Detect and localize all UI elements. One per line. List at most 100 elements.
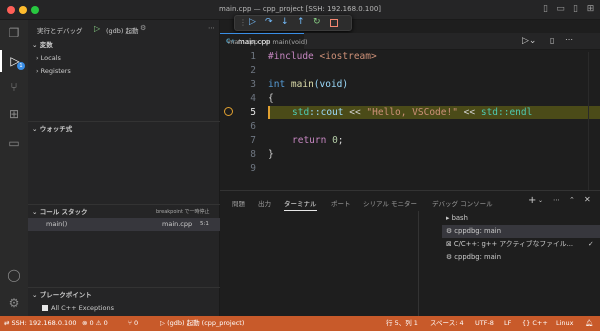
line-number: 7	[250, 135, 256, 146]
terminal-list-item[interactable]: ⊠ C/C++: g++ アクティブなファイル... ✓	[442, 238, 600, 251]
chevron-right-icon: › ⊛	[260, 38, 271, 46]
tab-problems[interactable]: 問題	[232, 198, 245, 208]
breakpoints-section-header[interactable]: ⌄ ブレークポイント	[28, 287, 220, 301]
terminal-list-item[interactable]: ⚙ cppdbg: main	[442, 225, 600, 238]
code-token: <iostream>	[319, 51, 377, 62]
toggle-secondary-sidebar-icon[interactable]: ▯	[570, 4, 581, 15]
encoding[interactable]: UTF-8	[475, 316, 494, 331]
code-token: ::cout	[309, 107, 344, 118]
new-terminal-icon[interactable]: +	[528, 195, 536, 206]
maximize-panel-icon[interactable]: ⌃	[569, 196, 575, 204]
locals-label: Locals	[40, 54, 61, 62]
code-token: <<	[349, 107, 361, 118]
more-actions-icon[interactable]: ⋯	[553, 196, 560, 204]
eol[interactable]: LF	[504, 316, 511, 331]
debug-config-select[interactable]: (gdb) 起動	[106, 25, 139, 35]
checkbox[interactable]	[42, 305, 48, 311]
more-actions-icon[interactable]: ⋯	[565, 35, 573, 44]
debug-sidebar: 実行とデバッグ ▷ (gdb) 起動 ⚙ ⋯ ⌄ 変数 › Locals › R…	[28, 20, 220, 316]
breakpoint-all-cpp-exceptions[interactable]: All C++ Exceptions	[28, 302, 220, 315]
source-control-icon[interactable]: ⑂	[0, 76, 28, 98]
cursor-position[interactable]: 行 5、列 1	[386, 316, 418, 331]
start-debugging-icon[interactable]: ▷	[94, 24, 100, 33]
toggle-sidebar-icon[interactable]: ▯	[540, 4, 551, 15]
watch-section-header[interactable]: ⌄ ウォッチ式	[28, 121, 220, 135]
braces-icon: {}	[522, 319, 533, 327]
debug-badge: 1	[17, 62, 25, 70]
tab-terminal[interactable]: ターミナル	[284, 198, 317, 211]
notifications-icon[interactable]: 🔔︎	[585, 316, 593, 331]
activity-bar: ❐ ▷ 1 ⑂ ⊞ ▭ ◯ ⚙	[0, 20, 28, 316]
chevron-down-icon[interactable]: ⌄	[538, 197, 543, 204]
ports-count: 0	[133, 319, 139, 327]
explorer-icon[interactable]: ❐	[0, 22, 28, 44]
extensions-icon[interactable]: ⊞	[0, 103, 28, 125]
terminal-list-item[interactable]: ▸ bash	[442, 212, 600, 225]
breadcrumb-file[interactable]: main.cpp	[228, 38, 258, 46]
step-into-icon[interactable]: ↓	[281, 17, 289, 27]
locals-scope[interactable]: › Locals	[28, 52, 220, 65]
code-token: {	[268, 93, 274, 104]
language-mode[interactable]: {} C++	[522, 316, 548, 331]
run-debug-file-icon[interactable]: ▷⌄	[522, 36, 536, 46]
breakpoints-header-label: ブレークポイント	[39, 291, 92, 299]
registers-scope[interactable]: › Registers	[28, 65, 220, 78]
stack-frame-row[interactable]: main() main.cpp 5:1	[28, 218, 220, 231]
code-line-3: int main(void)	[268, 79, 348, 90]
drag-handle-icon[interactable]: ⋮	[239, 18, 247, 27]
code-token: main	[290, 79, 314, 90]
variables-section-header[interactable]: ⌄ 変数	[28, 38, 220, 52]
customize-layout-icon[interactable]: ⊞	[585, 4, 596, 15]
run-debug-title: 実行とデバッグ	[37, 27, 83, 35]
window-title: main.cpp — cpp_project [SSH: 192.168.0.1…	[218, 5, 382, 13]
remote-explorer-icon[interactable]: ▭	[0, 132, 28, 154]
settings-gear-icon[interactable]: ⚙	[0, 292, 28, 314]
terminal-list-item[interactable]: ⚙ cppdbg: main	[442, 251, 600, 264]
open-launch-json-icon[interactable]: ⚙	[140, 24, 146, 32]
code-token: (void)	[313, 79, 349, 90]
terminal-output[interactable]	[220, 211, 418, 317]
remote-label: SSH: 192.168.0.100	[11, 319, 77, 327]
indentation[interactable]: スペース: 4	[430, 316, 464, 331]
debug-config-label: (gdb) 起動 (cpp_project)	[167, 319, 245, 327]
step-out-icon[interactable]: ↑	[297, 17, 305, 27]
tab-ports[interactable]: ポート	[331, 198, 351, 208]
callstack-section-header[interactable]: ⌄ コール スタック breakpoint で一時停止	[28, 204, 220, 218]
restart-icon[interactable]: ↻	[313, 17, 321, 27]
terminal-label: C/C++: g++ アクティブなファイル...	[453, 240, 574, 248]
frame-file: main.cpp	[162, 220, 193, 228]
line-number: 6	[250, 121, 256, 132]
stop-icon[interactable]	[330, 19, 338, 27]
callstack-status: breakpoint で一時停止	[156, 209, 210, 215]
ports-indicator[interactable]: ⑂ 0	[128, 316, 138, 331]
code-token: ;	[337, 135, 344, 146]
debug-toolbar: ⋮ ▷ ↷ ↓ ↑ ↻	[234, 15, 352, 31]
tab-serial-monitor[interactable]: シリアル モニター	[363, 198, 417, 208]
continue-icon[interactable]: ▷	[249, 17, 256, 27]
debug-config-indicator[interactable]: ▷ (gdb) 起動 (cpp_project)	[160, 316, 244, 331]
code-editor[interactable]: 1 3 4 5 6 7 8 9 2 #include <iostream> in…	[220, 50, 600, 190]
line-number: 1	[250, 51, 256, 62]
code-token: #include	[268, 51, 314, 62]
step-over-icon[interactable]: ↷	[265, 17, 273, 27]
remote-indicator[interactable]: ⇄ SSH: 192.168.0.100	[4, 316, 76, 331]
frame-position: 5:1	[200, 221, 209, 227]
accounts-icon[interactable]: ◯	[0, 264, 28, 286]
code-line-1: #include <iostream>	[268, 51, 377, 62]
split-editor-icon[interactable]: ▯	[550, 36, 554, 45]
minimap-scrollbar[interactable]	[588, 52, 600, 190]
toggle-panel-icon[interactable]: ▭	[555, 4, 566, 15]
close-panel-icon[interactable]: ✕	[584, 195, 591, 204]
problems-indicator[interactable]: ⊗ 0 ⚠ 0	[82, 316, 108, 331]
breadcrumb-symbol[interactable]: main(void)	[272, 38, 307, 46]
more-actions-icon[interactable]: ⋯	[208, 24, 215, 32]
bp-label: All C++ Exceptions	[51, 304, 114, 312]
tab-output[interactable]: 出力	[258, 198, 271, 208]
run-debug-icon[interactable]: ▷ 1	[0, 50, 28, 72]
tab-debug-console[interactable]: デバッグ コンソール	[432, 198, 493, 208]
code-token: std::endl	[480, 107, 533, 118]
os-indicator[interactable]: Linux	[556, 316, 574, 331]
line-number: 8	[250, 149, 256, 160]
code-line-5: std::cout << "Hello, VSCode!" << std::en…	[292, 107, 532, 118]
registers-label: Registers	[40, 67, 71, 75]
